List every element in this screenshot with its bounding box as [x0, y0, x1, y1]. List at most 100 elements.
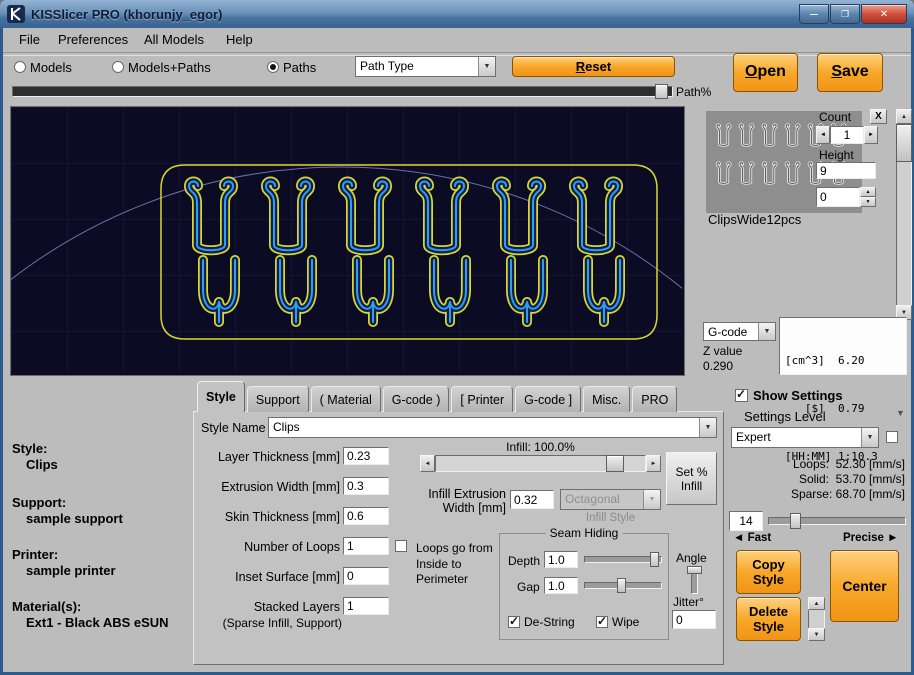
style-name-select[interactable]: Clips	[268, 417, 717, 438]
set-infill-button[interactable]: Set % Infill	[666, 452, 717, 505]
gap-slider-thumb[interactable]	[617, 578, 626, 593]
show-settings-checkbox[interactable]	[735, 389, 748, 402]
infill-slider-thumb[interactable]	[606, 455, 624, 472]
stacked-layers-input[interactable]	[343, 597, 389, 615]
tab-bar: Style Support ( Material G-code ) [ Prin…	[197, 386, 679, 412]
menu-help[interactable]: Help	[220, 30, 259, 50]
count-increment-button[interactable]	[864, 126, 878, 144]
layer-thickness-input[interactable]	[343, 447, 389, 465]
radio-paths[interactable]	[267, 61, 279, 73]
minimize-button[interactable]	[799, 4, 829, 24]
number-of-loops-label: Number of Loops	[194, 540, 340, 554]
arrow-right-icon	[651, 461, 657, 467]
radio-models[interactable]	[14, 61, 26, 73]
summary-printer-label: Printer:	[12, 547, 58, 562]
settings-level-select[interactable]: Expert	[731, 427, 879, 448]
open-button[interactable]: Open	[733, 53, 798, 92]
de-string-checkbox[interactable]	[508, 616, 520, 628]
chevron-down-icon	[758, 323, 775, 340]
summary-printer-value: sample printer	[26, 563, 116, 578]
maximize-button[interactable]	[830, 4, 860, 24]
infill-extrusion-width-input[interactable]	[510, 490, 554, 509]
sparse-speed: Sparse: 68.70 [mm/s]	[730, 487, 905, 501]
count-input[interactable]	[830, 126, 864, 144]
path-percent-slider-thumb[interactable]	[655, 84, 668, 99]
tab-printer-gcode[interactable]: G-code ]	[515, 386, 581, 412]
z-value: 0.290	[703, 359, 733, 373]
radio-models-paths[interactable]	[112, 61, 124, 73]
build-plate-viewport[interactable]	[10, 106, 685, 376]
precision-input[interactable]	[729, 511, 763, 531]
jitter-input[interactable]	[672, 610, 716, 629]
layer-spin-input[interactable]	[816, 187, 860, 207]
wipe-label: Wipe	[612, 615, 639, 629]
path-type-select[interactable]: Path Type	[355, 56, 496, 77]
gcode-select[interactable]: G-code	[703, 322, 776, 341]
summary-support-value: sample support	[26, 511, 123, 526]
reset-button[interactable]: Reset	[512, 56, 675, 77]
style-name-value: Clips	[269, 418, 699, 437]
tab-support[interactable]: Support	[247, 386, 309, 412]
scrollbar-up-button[interactable]	[896, 109, 912, 124]
model-remove-button[interactable]: X	[870, 109, 887, 124]
gap-label: Gap	[517, 580, 540, 594]
style-spinner-down-button[interactable]	[808, 628, 825, 641]
tab-style[interactable]: Style	[197, 381, 245, 412]
gap-input[interactable]	[544, 577, 578, 594]
tab-printer[interactable]: [ Printer	[451, 386, 513, 412]
chevron-down-icon	[699, 418, 716, 437]
save-button[interactable]: Save	[817, 53, 883, 92]
tab-misc[interactable]: Misc.	[583, 386, 630, 412]
layer-spin-up-button[interactable]	[860, 187, 876, 197]
height-label: Height	[819, 148, 854, 162]
menu-all-models[interactable]: All Models	[138, 30, 210, 50]
copy-style-button[interactable]: Copy Style	[736, 550, 801, 594]
layer-spin-down-button[interactable]	[860, 197, 876, 207]
settings-level-chevron-icon	[896, 408, 905, 418]
angle-slider-thumb[interactable]	[687, 566, 702, 574]
radio-paths-label: Paths	[283, 60, 316, 75]
delete-style-button[interactable]: Delete Style	[736, 597, 801, 641]
infill-style-value: Octagonal	[561, 490, 643, 509]
menu-file[interactable]: File	[13, 30, 46, 50]
infill-percent-label: Infill: 100.0%	[420, 440, 661, 454]
number-of-loops-input[interactable]	[343, 537, 389, 555]
fast-label: ◄ Fast	[733, 532, 771, 544]
app-window: KISSlicer PRO (khorunjy_egor) File Prefe…	[0, 0, 914, 675]
chevron-down-icon	[478, 57, 495, 76]
close-icon	[880, 9, 888, 20]
depth-slider-thumb[interactable]	[650, 552, 659, 567]
arrow-right-icon	[868, 132, 874, 138]
tab-material[interactable]: ( Material	[311, 386, 381, 412]
infill-slider-right-button[interactable]	[646, 455, 661, 472]
depth-input[interactable]	[544, 551, 578, 568]
close-button[interactable]	[861, 4, 907, 24]
count-decrement-button[interactable]	[816, 126, 830, 144]
scrollbar-thumb[interactable]	[896, 124, 912, 162]
wipe-checkbox[interactable]	[596, 616, 608, 628]
infill-slider[interactable]	[420, 455, 661, 472]
extrusion-width-label: Extrusion Width [mm]	[194, 480, 340, 494]
extrusion-width-input[interactable]	[343, 477, 389, 495]
tab-pro[interactable]: PRO	[632, 386, 677, 412]
infill-slider-left-button[interactable]	[420, 455, 435, 472]
summary-style-value: Clips	[26, 457, 58, 472]
style-spinner-up-button[interactable]	[808, 597, 825, 610]
center-button[interactable]: Center	[830, 550, 899, 622]
precision-slider[interactable]	[768, 517, 906, 525]
inset-surface-input[interactable]	[343, 567, 389, 585]
tab-material-gcode[interactable]: G-code )	[383, 386, 450, 412]
infill-style-select: Octagonal	[560, 489, 661, 510]
summary-support-label: Support:	[12, 495, 66, 510]
titlebar[interactable]: KISSlicer PRO (khorunjy_egor)	[0, 0, 914, 28]
loops-inside-checkbox[interactable]	[395, 540, 407, 552]
menu-preferences[interactable]: Preferences	[52, 30, 134, 50]
path-percent-slider[interactable]	[12, 86, 673, 97]
skin-thickness-input[interactable]	[343, 507, 389, 525]
precision-slider-thumb[interactable]	[790, 513, 801, 529]
seam-hiding-title: Seam Hiding	[546, 526, 623, 540]
height-input[interactable]	[816, 162, 876, 179]
settings-extra-checkbox[interactable]	[886, 431, 898, 443]
settings-level-label: Settings Level	[744, 409, 826, 424]
summary-style-label: Style:	[12, 441, 47, 456]
